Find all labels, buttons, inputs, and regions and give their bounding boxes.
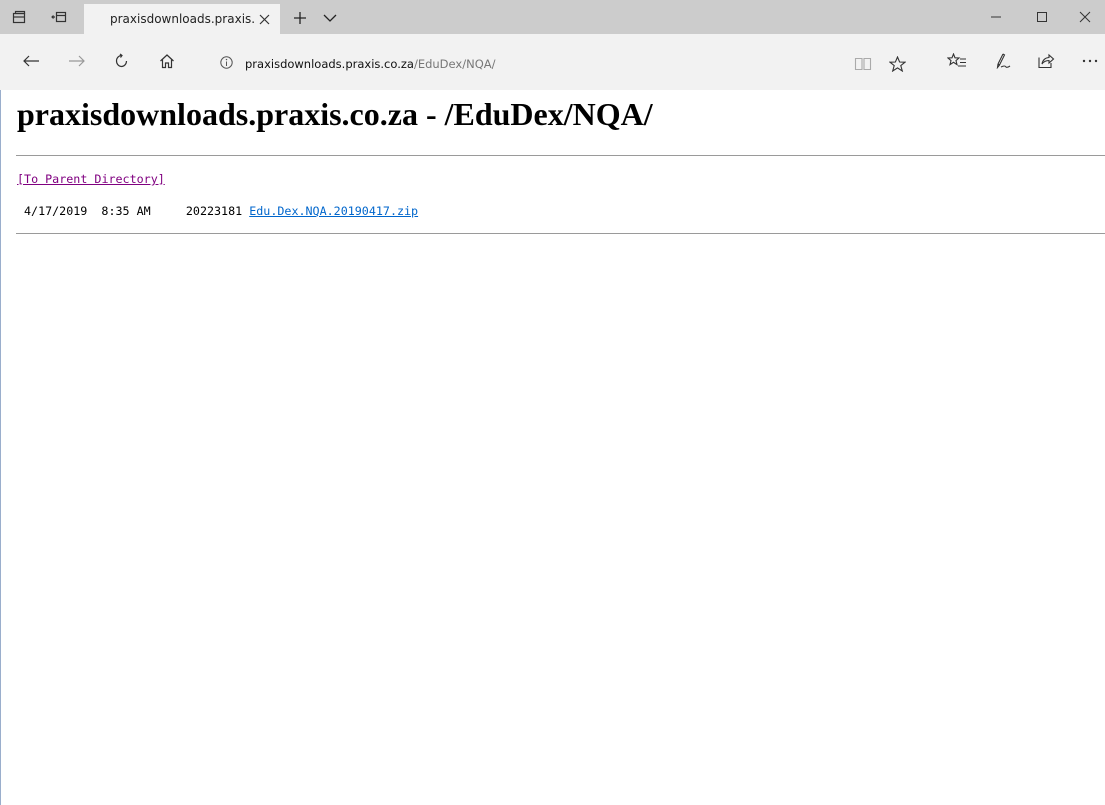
- tab-title: praxisdownloads.praxis.: [110, 12, 256, 26]
- divider: [16, 155, 1105, 156]
- file-link[interactable]: Edu.Dex.NQA.20190417.zip: [249, 204, 418, 218]
- maximize-icon[interactable]: [1019, 0, 1065, 34]
- favorites-hub-icon[interactable]: [942, 46, 972, 76]
- plus-icon[interactable]: [288, 6, 312, 30]
- set-tabs-aside-icon[interactable]: [4, 0, 34, 34]
- home-icon[interactable]: [152, 46, 182, 76]
- page-title: praxisdownloads.praxis.co.za - /EduDex/N…: [17, 96, 653, 132]
- url-text[interactable]: praxisdownloads.praxis.co.za/EduDex/NQA/: [245, 57, 496, 71]
- address-bar[interactable]: praxisdownloads.praxis.co.za/EduDex/NQA/: [210, 51, 922, 77]
- url-path: /EduDex/NQA/: [413, 57, 496, 71]
- file-date: 4/17/2019: [24, 204, 88, 218]
- title-bar: praxisdownloads.praxis.: [0, 0, 1105, 34]
- back-arrow-icon[interactable]: [16, 46, 46, 76]
- share-icon[interactable]: [1031, 46, 1061, 76]
- file-time: 8:35 AM: [101, 204, 151, 218]
- forward-arrow-icon[interactable]: [62, 46, 92, 76]
- tab-preview-icon[interactable]: [44, 0, 74, 34]
- chevron-down-icon[interactable]: [318, 6, 342, 30]
- list-item: 4/17/2019 8:35 AM 20223181 Edu.Dex.NQA.2…: [24, 204, 418, 218]
- tab-active[interactable]: praxisdownloads.praxis.: [84, 4, 280, 34]
- divider: [16, 233, 1105, 234]
- pen-icon[interactable]: [988, 46, 1018, 76]
- refresh-icon[interactable]: [107, 46, 137, 76]
- window-border: [0, 90, 1, 805]
- url-host: praxisdownloads.praxis.co.za: [245, 57, 414, 71]
- close-icon[interactable]: [254, 9, 274, 29]
- star-icon[interactable]: [884, 51, 910, 77]
- close-icon[interactable]: [1065, 0, 1105, 34]
- minimize-icon[interactable]: [973, 0, 1019, 34]
- info-icon[interactable]: [220, 56, 235, 71]
- parent-directory-link[interactable]: [To Parent Directory]: [17, 172, 165, 186]
- reading-view-icon[interactable]: [850, 51, 876, 77]
- file-size: 20223181: [185, 204, 243, 218]
- more-icon[interactable]: [1075, 46, 1105, 76]
